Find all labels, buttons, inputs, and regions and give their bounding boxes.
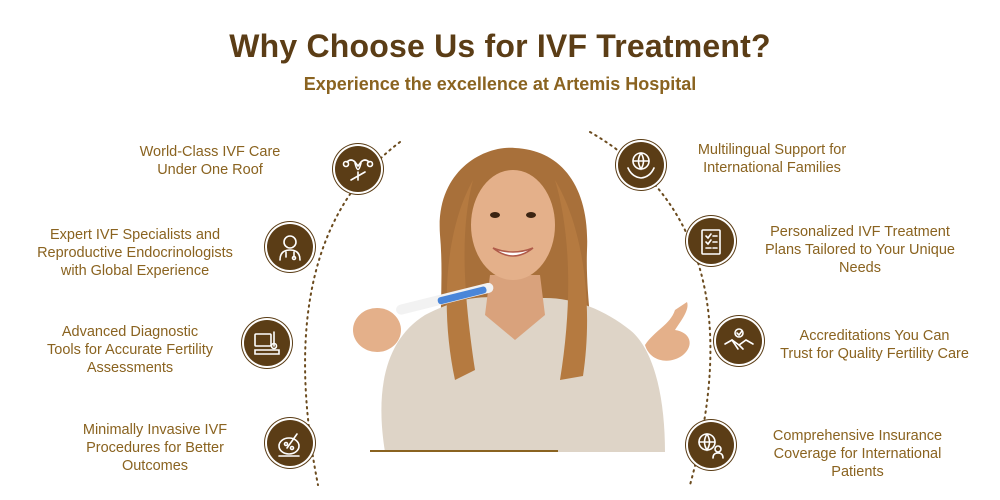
image-baseline <box>370 450 558 452</box>
globe-person-icon <box>688 422 734 468</box>
feature-label-diagnostic-tools: Advanced Diagnostic Tools for Accurate F… <box>47 324 213 376</box>
feature-label-multilingual-support: Multilingual Support for International F… <box>697 142 847 176</box>
doctor-icon <box>267 224 313 270</box>
microscope-dish-icon <box>267 420 313 466</box>
feature-label-world-class-care: World-Class IVF Care Under One Roof <box>139 144 281 178</box>
feature-label-expert-specialists: Expert IVF Specialists and Reproductive … <box>37 227 233 279</box>
handshake-icon <box>716 318 762 364</box>
feature-label-insurance-coverage: Comprehensive Insurance Coverage for Int… <box>772 428 943 480</box>
diagnostic-machine-icon <box>244 320 290 366</box>
feature-label-personalized-treatment: Personalized IVF Treatment Plans Tailore… <box>765 224 955 276</box>
globe-hands-icon <box>618 142 664 188</box>
feature-label-accreditations: Accreditations You Can Trust for Quality… <box>780 328 969 362</box>
checklist-icon <box>688 218 734 264</box>
uterus-icon <box>335 146 381 192</box>
feature-label-minimally-invasive: Minimally Invasive IVF Procedures for Be… <box>82 422 228 474</box>
